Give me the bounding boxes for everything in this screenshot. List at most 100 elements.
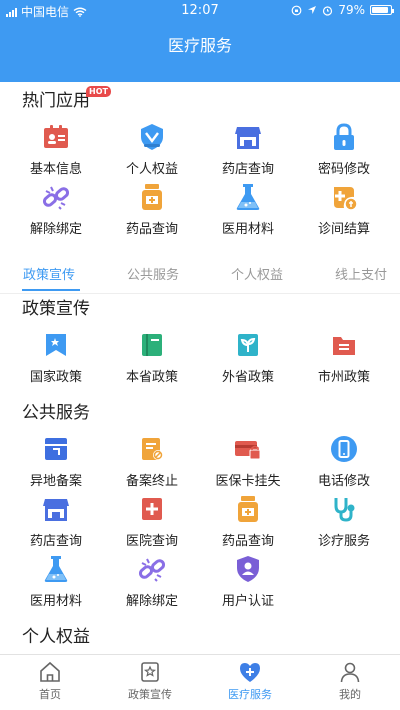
hot-app-basic-info[interactable]: 基本信息: [8, 118, 104, 178]
public-label: 医院查询: [125, 534, 178, 549]
hot-app-pharmacy-query[interactable]: 药店查询: [200, 118, 296, 178]
book-icon: [137, 330, 167, 360]
public-label: 诊疗服务: [317, 534, 370, 549]
alarm-icon: [323, 5, 333, 16]
tabbar-medical[interactable]: 医疗服务: [200, 655, 300, 710]
public-label: 药品查询: [221, 534, 274, 549]
app-header: 中国电信 12:07 79% 医疗服务: [0, 0, 400, 82]
hot-app-label: 密码修改: [317, 162, 370, 177]
hot-app-label: 药店查询: [221, 162, 274, 177]
flask-icon: [233, 182, 263, 212]
hot-app-medical-materials[interactable]: 医用材料: [200, 178, 296, 238]
phone-icon: [329, 434, 359, 464]
unlink-icon: [137, 554, 167, 584]
user-shield-icon: [233, 554, 263, 584]
bottom-tab-bar: 首页 政策宣传 医疗服务 我的: [0, 654, 400, 710]
tabbar-label: 政策宣传: [128, 688, 172, 701]
public-label: 医用材料: [29, 594, 82, 609]
medicine-bottle-icon: [137, 182, 167, 212]
public-label: 医保卡挂失: [215, 474, 281, 489]
public-card-loss[interactable]: 医保卡挂失: [200, 430, 296, 490]
public-remote-filing[interactable]: 异地备案: [8, 430, 104, 490]
public-pharmacy-query[interactable]: 药店查询: [8, 490, 104, 550]
main-content[interactable]: 热门应用 HOT 基本信息 个人权益 药店查询 密码修改 解除绑定 药品查询 医…: [0, 82, 400, 654]
hot-app-password-change[interactable]: 密码修改: [296, 118, 392, 178]
hot-app-label: 药品查询: [125, 222, 178, 237]
policy-provincial[interactable]: 本省政策: [104, 326, 200, 386]
category-tabs: 政策宣传 公共服务 个人权益 线上支付: [0, 256, 400, 294]
tab-policy[interactable]: 政策宣传: [23, 264, 75, 283]
tabbar-home[interactable]: 首页: [0, 655, 100, 710]
page-title: 医疗服务: [167, 36, 232, 55]
tabbar-label: 我的: [339, 688, 361, 701]
public-phone-change[interactable]: 电话修改: [296, 430, 392, 490]
public-medical-materials[interactable]: 医用材料: [8, 550, 104, 610]
rights-section-title: 个人权益: [22, 627, 90, 647]
policy-label: 市州政策: [317, 370, 370, 385]
tabbar-mine[interactable]: 我的: [300, 655, 400, 710]
badge-icon: [137, 122, 167, 152]
status-bar: 中国电信 12:07 79%: [0, 0, 400, 22]
doc-stop-icon: [137, 434, 167, 464]
public-grid: 异地备案 备案终止 医保卡挂失 电话修改 药店查询 医院查询 药品查询 诊疗服务…: [8, 430, 392, 610]
hot-apps-title: 热门应用: [22, 91, 90, 111]
star-doc-icon: [141, 662, 159, 682]
public-label: 药店查询: [29, 534, 82, 549]
id-card-icon: [41, 122, 71, 152]
medicine-bottle-icon: [233, 494, 263, 524]
flask-icon: [41, 554, 71, 584]
tab-personal-rights[interactable]: 个人权益: [231, 264, 283, 283]
policy-other-province[interactable]: 外省政策: [200, 326, 296, 386]
policy-label: 外省政策: [221, 370, 274, 385]
person-icon: [340, 662, 360, 683]
hot-app-medicine-query[interactable]: 药品查询: [104, 178, 200, 238]
flag-icon: [41, 330, 71, 360]
stethoscope-icon: [329, 494, 359, 524]
tabbar-label: 医疗服务: [228, 688, 272, 701]
policy-city[interactable]: 市州政策: [296, 326, 392, 386]
hot-apps-grid: 基本信息 个人权益 药店查询 密码修改 解除绑定 药品查询 医用材料 诊间结算: [8, 118, 392, 238]
hot-app-label: 个人权益: [125, 162, 178, 177]
public-label: 解除绑定: [125, 594, 178, 609]
hot-app-label: 诊间结算: [317, 222, 370, 237]
policy-section-title: 政策宣传: [22, 299, 90, 319]
public-hospital-query[interactable]: 医院查询: [104, 490, 200, 550]
tab-public-service[interactable]: 公共服务: [127, 264, 179, 283]
lock-icon: [329, 122, 359, 152]
store-icon: [41, 494, 71, 524]
hospital-icon: [137, 494, 167, 524]
public-user-auth[interactable]: 用户认证: [200, 550, 296, 610]
hot-app-label: 基本信息: [29, 162, 82, 177]
public-treatment-service[interactable]: 诊疗服务: [296, 490, 392, 550]
hot-app-personal-rights[interactable]: 个人权益: [104, 118, 200, 178]
public-medicine-query[interactable]: 药品查询: [200, 490, 296, 550]
battery-percent: 79%: [338, 3, 365, 17]
card-lock-icon: [233, 434, 263, 464]
public-filing-stop[interactable]: 备案终止: [104, 430, 200, 490]
plant-icon: [233, 330, 263, 360]
public-unbind[interactable]: 解除绑定: [104, 550, 200, 610]
box-icon: [41, 434, 71, 464]
policy-label: 本省政策: [125, 370, 178, 385]
policy-label: 国家政策: [29, 370, 82, 385]
public-label: 电话修改: [317, 474, 370, 489]
public-section-title: 公共服务: [22, 403, 90, 423]
hot-app-clinic-settlement[interactable]: 诊间结算: [296, 178, 392, 238]
rotation-lock-icon: [291, 5, 302, 15]
hot-app-label: 医用材料: [221, 222, 274, 237]
folder-icon: [329, 330, 359, 360]
hot-app-label: 解除绑定: [29, 222, 82, 237]
home-icon: [40, 661, 60, 682]
hot-badge: HOT: [86, 86, 111, 97]
policy-national[interactable]: 国家政策: [8, 326, 104, 386]
unlink-icon: [41, 182, 71, 212]
status-right: 79%: [291, 3, 394, 17]
location-icon: [308, 6, 317, 14]
public-label: 异地备案: [29, 474, 82, 489]
store-icon: [233, 122, 263, 152]
coin-plus-icon: [329, 182, 359, 212]
hot-app-unbind[interactable]: 解除绑定: [8, 178, 104, 238]
tab-online-payment[interactable]: 线上支付: [335, 264, 387, 283]
tabbar-policy[interactable]: 政策宣传: [100, 655, 200, 710]
heart-plus-icon: [240, 663, 260, 682]
